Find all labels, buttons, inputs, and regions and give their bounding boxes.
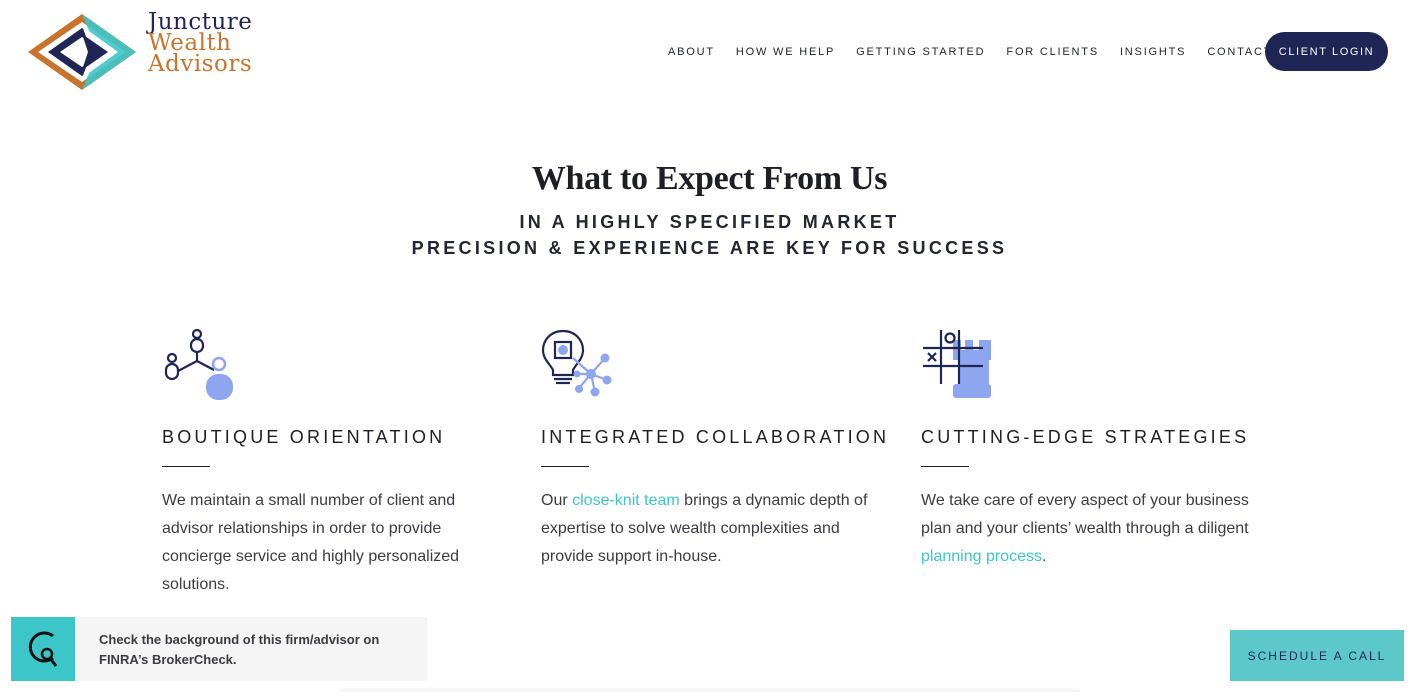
nav-getting-started[interactable]: GETTING STARTED	[856, 46, 985, 58]
feature-title: CUTTING-EDGE STRATEGIES	[921, 427, 1250, 447]
brokercheck-banner[interactable]: Check the background of this firm/adviso…	[11, 617, 427, 681]
feature-divider	[921, 466, 969, 467]
feature-text-start: We take care of every aspect of your bus…	[921, 492, 1249, 537]
tictactoe-chess-rook-icon	[923, 330, 991, 398]
close-knit-team-link[interactable]: close-knit team	[572, 492, 680, 509]
section-title: What to Expect From Us	[531, 160, 888, 197]
schedule-call-button[interactable]: SCHEDULE A CALL	[1230, 630, 1404, 681]
feature-text-end: .	[1041, 548, 1047, 565]
people-network-icon	[164, 328, 233, 400]
feature-divider	[541, 466, 589, 467]
feature-boutique: BOUTIQUE ORIENTATION We maintain a small…	[162, 328, 502, 599]
nav-for-clients[interactable]: FOR CLIENTS	[1006, 46, 1099, 58]
logo-line-advisors: Advisors	[148, 51, 253, 77]
lightbulb-network-icon	[541, 329, 612, 397]
feature-text-start: Our	[541, 492, 573, 509]
feature-collaboration: INTEGRATED COLLABORATION Our close-knit …	[541, 328, 890, 571]
section-subtitle-line1: IN A HIGHLY SPECIFIED MARKET	[519, 212, 900, 232]
feature-title: INTEGRATED COLLABORATION	[541, 427, 890, 447]
brokercheck-line1: Check the background of this firm/adviso…	[99, 632, 380, 647]
section-subtitle-line2: PRECISION & EXPERIENCE ARE KEY FOR SUCCE…	[411, 238, 1008, 258]
brokercheck-magnifier-icon	[28, 631, 58, 667]
diamond-logo-icon	[28, 14, 136, 90]
feature-title: BOUTIQUE ORIENTATION	[162, 427, 446, 447]
nav-contact[interactable]: CONTACT	[1207, 46, 1272, 58]
feature-strategies: CUTTING-EDGE STRATEGIES We take care of …	[921, 328, 1261, 571]
main-nav: ABOUT HOW WE HELP GETTING STARTED FOR CL…	[668, 32, 1293, 71]
feature-divider	[162, 466, 210, 467]
logo-wordmark: Juncture Wealth Advisors	[148, 11, 253, 77]
nav-how-we-help[interactable]: HOW WE HELP	[736, 46, 835, 58]
brokercheck-line2: FINRA’s BrokerCheck.	[99, 652, 237, 667]
feature-text: We maintain a small number of client and…	[162, 492, 460, 593]
feature-text: Our close-knit team brings a dynamic dep…	[541, 487, 876, 571]
nav-insights[interactable]: INSIGHTS	[1120, 46, 1186, 58]
client-login-button[interactable]: CLIENT LOGIN	[1265, 32, 1388, 71]
feature-text: We take care of every aspect of your bus…	[921, 487, 1256, 571]
brokercheck-text: Check the background of this firm/adviso…	[75, 617, 379, 681]
site-logo[interactable]: Juncture Wealth Advisors	[26, 11, 286, 94]
content-edge-shadow	[340, 686, 1080, 692]
planning-process-link[interactable]: planning process	[921, 548, 1042, 565]
nav-about[interactable]: ABOUT	[668, 46, 715, 58]
brokercheck-logo	[11, 617, 75, 681]
